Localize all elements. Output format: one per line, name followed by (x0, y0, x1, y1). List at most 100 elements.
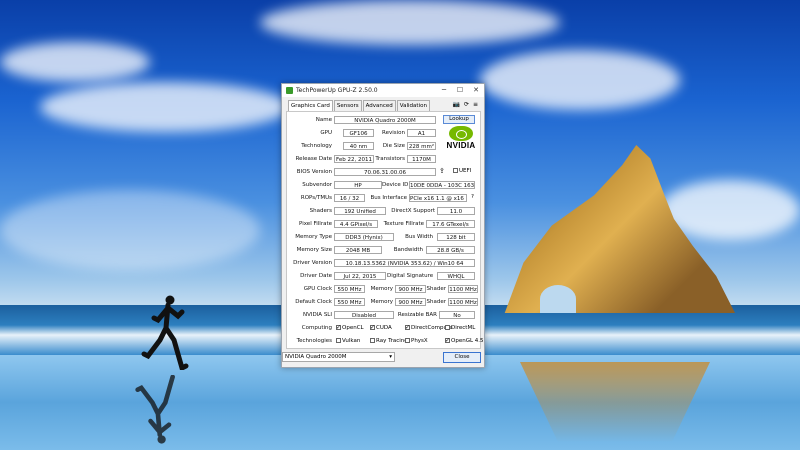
bios-version-label: BIOS Version (296, 169, 332, 175)
default-clock-label: Default Clock (295, 299, 332, 305)
default-memory-clock-value: 900 MHz (395, 298, 426, 306)
check-box[interactable] (405, 338, 410, 343)
digital-signature-label: Digital Signature (387, 273, 434, 279)
check-box[interactable] (336, 323, 341, 332)
lookup-button[interactable]: Lookup (443, 115, 475, 124)
directx-support-value: 11.0 (437, 207, 475, 215)
close-button[interactable]: Close (443, 352, 481, 363)
gpu-label: GPU (320, 130, 332, 136)
maximize-button[interactable]: ☐ (452, 84, 468, 97)
memory-size-label: Memory Size (296, 247, 332, 253)
check-box[interactable] (370, 338, 375, 343)
revision-label: Revision (382, 130, 405, 136)
texture-fillrate-value: 17.6 GTexel/s (426, 220, 475, 228)
pixel-fillrate-value: 4.4 GPixel/s (334, 220, 378, 228)
nvidia-logo-text: NVIDIA (446, 141, 476, 150)
tech-physx-checkbox[interactable]: PhysX (405, 337, 428, 346)
revision-value: A1 (407, 129, 436, 137)
tab-graphics-card[interactable]: Graphics Card (288, 100, 333, 111)
default-shader-label: Shader (426, 299, 446, 305)
bios-version-value: 70.06.31.00.06 (334, 168, 436, 176)
uefi-label: UEFI (459, 168, 472, 174)
driver-date-label: Driver Date (300, 273, 332, 279)
memory-type-label: Memory Type (295, 234, 332, 240)
bus-help-button[interactable]: ? (471, 193, 474, 202)
gpu-selector-dropdown[interactable]: NVIDIA Quadro 2000M ▾ (282, 352, 395, 362)
tech-opengl-4-5-checkbox[interactable]: OpenGL 4.5 (445, 336, 484, 346)
texture-fillrate-label: Texture Fillrate (383, 221, 424, 227)
share-bios-icon[interactable]: ⇪ (439, 167, 445, 176)
bus-width-value: 128 bit (437, 233, 475, 241)
default-memory-label: Memory (370, 299, 393, 305)
technologies-label: Technologies (296, 338, 332, 344)
gpu-value: GF106 (343, 129, 374, 137)
nvidia-logo: NVIDIA (443, 126, 479, 156)
tech-vulkan-checkbox[interactable]: Vulkan (336, 337, 360, 346)
check-box[interactable] (445, 325, 450, 330)
check-box[interactable] (445, 336, 450, 345)
chevron-down-icon: ▾ (389, 354, 392, 360)
checkbox-label: Ray Tracing (376, 338, 408, 344)
gpu-memory-label: Memory (370, 286, 393, 292)
gpu-clock-label: GPU Clock (303, 286, 332, 292)
menu-icon[interactable]: ≡ (473, 101, 478, 108)
check-box[interactable] (370, 323, 375, 332)
gpu-shader-clock-value: 1100 MHz (448, 285, 478, 293)
default-clock-value: 550 MHz (334, 298, 365, 306)
uefi-check-box[interactable] (453, 168, 458, 173)
camera-icon[interactable]: 📷 (452, 101, 459, 108)
resizable-bar-value: No (439, 311, 475, 319)
checkbox-label: Vulkan (342, 338, 361, 344)
cloud (0, 42, 150, 82)
graphics-card-panel: Name NVIDIA Quadro 2000M Lookup GPU GF10… (286, 111, 484, 349)
rops-tmus-value: 16 / 32 (334, 194, 365, 202)
computing-directml-checkbox[interactable]: DirectML (445, 324, 475, 333)
window-title: TechPowerUp GPU-Z 2.50.0 (296, 87, 378, 94)
checkbox-label: OpenCL (342, 325, 364, 331)
device-id-value: 10DE 0DDA - 103C 1631 (409, 181, 475, 189)
transistors-value: 1170M (407, 155, 436, 163)
cloud (0, 190, 260, 270)
computing-cuda-checkbox[interactable]: CUDA (370, 323, 392, 333)
gpu-z-app-icon (286, 87, 293, 94)
nvidia-eye-icon (449, 126, 473, 141)
subvendor-value: HP (334, 181, 382, 189)
cloud (260, 0, 560, 45)
release-date-label: Release Date (295, 156, 332, 162)
transistors-label: Transistors (375, 156, 405, 162)
shaders-label: Shaders (309, 208, 332, 214)
bus-width-label: Bus Width (405, 234, 433, 240)
cloud (480, 50, 680, 110)
driver-version-label: Driver Version (293, 260, 332, 266)
tab-sensors[interactable]: Sensors (333, 100, 362, 111)
nvidia-sli-label: NVIDIA SLI (302, 312, 332, 318)
memory-size-value: 2048 MB (334, 246, 382, 254)
check-box[interactable] (405, 323, 410, 332)
minimize-button[interactable]: ─ (436, 84, 452, 97)
default-shader-clock-value: 1100 MHz (448, 298, 478, 306)
refresh-icon[interactable]: ⟳ (464, 101, 469, 108)
shaders-value: 192 Unified (334, 207, 386, 215)
uefi-checkbox[interactable]: UEFI (453, 167, 471, 176)
close-window-button[interactable]: ✕ (468, 84, 484, 97)
tech-ray-tracing-checkbox[interactable]: Ray Tracing (370, 337, 408, 346)
rock-arch-hole (540, 285, 576, 313)
device-id-label: Device ID (382, 182, 409, 188)
checkbox-label: CUDA (376, 325, 392, 331)
cloud (40, 82, 290, 132)
computing-label: Computing (301, 325, 332, 331)
computing-opencl-checkbox[interactable]: OpenCL (336, 323, 364, 333)
driver-version-value: 10.18.13.5362 (NVIDIA 353.62) / Win10 64 (334, 259, 475, 267)
check-box[interactable] (336, 338, 341, 343)
name-value: NVIDIA Quadro 2000M (334, 116, 436, 124)
gpu-selector-value: NVIDIA Quadro 2000M (285, 354, 347, 360)
title-bar[interactable]: TechPowerUp GPU-Z 2.50.0 ─ ☐ ✕ (282, 84, 484, 97)
bus-interface-value: PCIe x16 1.1 @ x16 1.1 (409, 194, 467, 202)
gpu-shader-label: Shader (426, 286, 446, 292)
subvendor-label: Subvendor (302, 182, 332, 188)
runner-silhouette (141, 295, 189, 370)
tab-validation[interactable]: Validation (396, 100, 430, 111)
tab-advanced[interactable]: Advanced (362, 100, 396, 111)
directx-support-label: DirectX Support (391, 208, 435, 214)
nvidia-sli-value: Disabled (334, 311, 394, 319)
